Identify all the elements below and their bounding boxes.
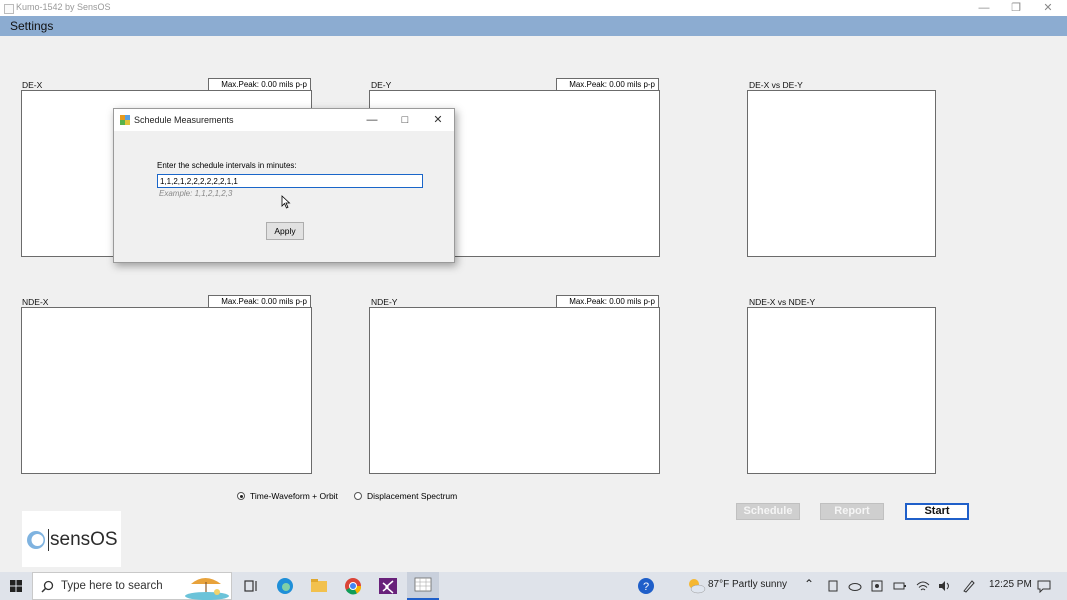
edge-icon[interactable] (274, 576, 296, 596)
search-placeholder: Type here to search (61, 580, 163, 592)
taskbar-active-app[interactable] (407, 572, 439, 600)
file-explorer-icon[interactable] (308, 576, 330, 596)
weather-icon[interactable] (685, 576, 707, 596)
dialog-minimize-icon[interactable]: — (362, 112, 382, 128)
ndex-chart (21, 307, 312, 474)
chrome-icon[interactable] (342, 576, 364, 596)
window-title: Kumo-1542 by SensOS (16, 2, 111, 12)
radio-selected-icon (237, 492, 245, 500)
visual-studio-icon[interactable] (377, 576, 399, 596)
svg-text:?: ? (643, 581, 649, 593)
report-button[interactable]: Report (820, 503, 884, 520)
ndey-chart (369, 307, 660, 474)
menu-bar: Settings (0, 16, 1067, 36)
dialog-title-bar: Schedule Measurements — □ ✕ (114, 109, 454, 131)
battery-icon[interactable] (893, 580, 907, 592)
logo-text: sensOS (50, 529, 118, 550)
tray-app-icon[interactable] (827, 580, 839, 592)
menu-settings[interactable]: Settings (10, 19, 53, 33)
onedrive-icon[interactable] (848, 580, 862, 592)
ndexy-chart (747, 307, 936, 474)
search-icon (41, 580, 54, 593)
weather-text[interactable]: 87°F Partly sunny (708, 579, 787, 590)
help-icon[interactable]: ? (635, 576, 657, 596)
mouse-cursor-icon (281, 195, 291, 209)
restore-icon[interactable]: ❐ (1001, 0, 1031, 16)
close-icon[interactable]: ✕ (1033, 0, 1063, 16)
dialog-app-icon (120, 115, 130, 125)
ndexy-label: NDE-X vs NDE-Y (749, 297, 816, 307)
ndey-label: NDE-Y (371, 297, 398, 307)
minimize-icon[interactable]: — (969, 0, 999, 16)
radio-time-waveform-label: Time-Waveform + Orbit (250, 491, 338, 501)
dexy-label: DE-X vs DE-Y (749, 80, 803, 90)
dey-label: DE-Y (371, 80, 392, 90)
radio-unselected-icon (354, 492, 362, 500)
radio-displacement-spectrum[interactable]: Displacement Spectrum (354, 491, 457, 501)
schedule-prompt: Enter the schedule intervals in minutes: (157, 161, 297, 170)
dialog-title: Schedule Measurements (134, 115, 234, 125)
sensos-logo-icon (27, 531, 45, 549)
chevron-up-icon[interactable]: ⌃ (804, 577, 814, 591)
schedule-example: Example: 1,1,2,1,2,3 (159, 189, 233, 198)
taskbar: Type here to search ? 87°F Partly sunny … (0, 572, 1067, 600)
schedule-intervals-input[interactable] (157, 174, 423, 188)
tray-tool-icon[interactable] (871, 580, 883, 592)
sensos-logo: sensOS (22, 511, 121, 567)
schedule-button[interactable]: Schedule (736, 503, 800, 520)
apply-button[interactable]: Apply (266, 222, 304, 240)
dialog-maximize-icon[interactable]: □ (395, 112, 415, 128)
window-title-bar: Kumo-1542 by SensOS — ❐ ✕ (0, 0, 1067, 16)
app-window-icon (414, 577, 432, 592)
schedule-dialog: Schedule Measurements — □ ✕ Enter the sc… (113, 108, 455, 263)
clock-time[interactable]: 12:25 PM (989, 579, 1032, 590)
taskbar-search-box[interactable]: Type here to search (32, 572, 232, 600)
task-view-icon[interactable] (240, 576, 262, 596)
volume-icon[interactable] (938, 580, 952, 592)
radio-displacement-spectrum-label: Displacement Spectrum (367, 491, 458, 501)
notification-icon[interactable] (1037, 579, 1051, 593)
search-highlight-icon (185, 578, 229, 600)
dialog-close-icon[interactable]: ✕ (428, 112, 448, 128)
app-icon (4, 4, 14, 14)
wifi-icon[interactable] (916, 580, 930, 592)
start-button[interactable]: Start (905, 503, 969, 520)
radio-time-waveform[interactable]: Time-Waveform + Orbit (237, 491, 338, 501)
logo-divider (48, 529, 49, 551)
dex-label: DE-X (22, 80, 43, 90)
dexy-chart (747, 90, 936, 257)
ndex-label: NDE-X (22, 297, 49, 307)
windows-start-icon[interactable] (10, 580, 22, 592)
pen-icon[interactable] (962, 579, 976, 593)
